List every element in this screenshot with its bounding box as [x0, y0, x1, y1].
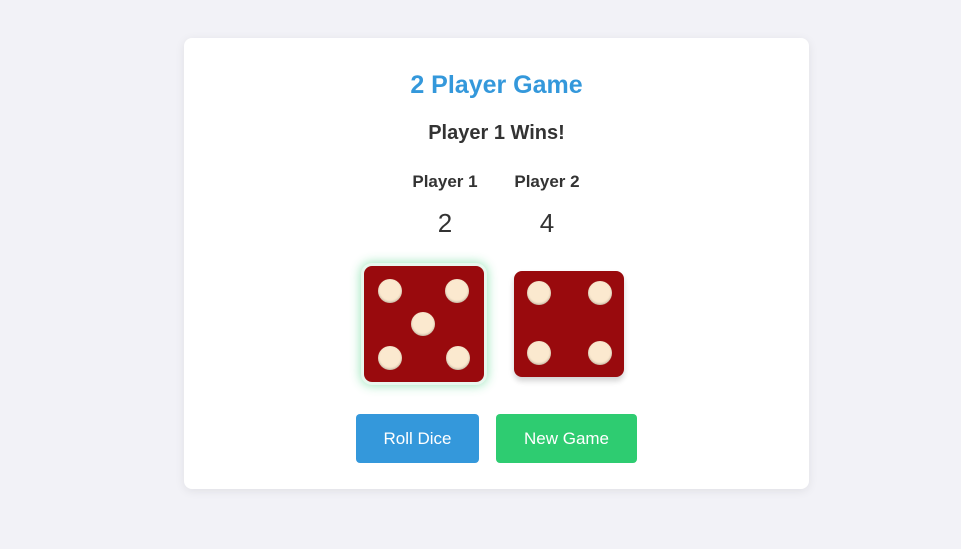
die-pip: [445, 279, 469, 303]
die-pip: [588, 281, 612, 305]
die-pip: [527, 341, 551, 365]
player-1-die: [364, 266, 484, 382]
roll-dice-button[interactable]: Roll Dice: [356, 414, 479, 463]
player-2-score: 4: [539, 208, 555, 238]
die-pip: [378, 346, 402, 370]
die-pip: [588, 341, 612, 365]
die-pip: [411, 312, 435, 336]
player-2-label: Player 2: [514, 172, 580, 191]
game-status: Player 1 Wins!: [428, 122, 565, 144]
die-pip: [378, 279, 402, 303]
die-pip: [527, 281, 551, 305]
die-pip: [446, 346, 470, 370]
game-title: 2 Player Game: [410, 71, 583, 99]
game-card: 2 Player Game Player 1 Wins! Player 1 Pl…: [184, 38, 809, 489]
player-1-score: 2: [437, 208, 453, 238]
player-2-die: [514, 271, 624, 377]
player-1-label: Player 1: [412, 172, 478, 191]
new-game-button[interactable]: New Game: [496, 414, 637, 463]
